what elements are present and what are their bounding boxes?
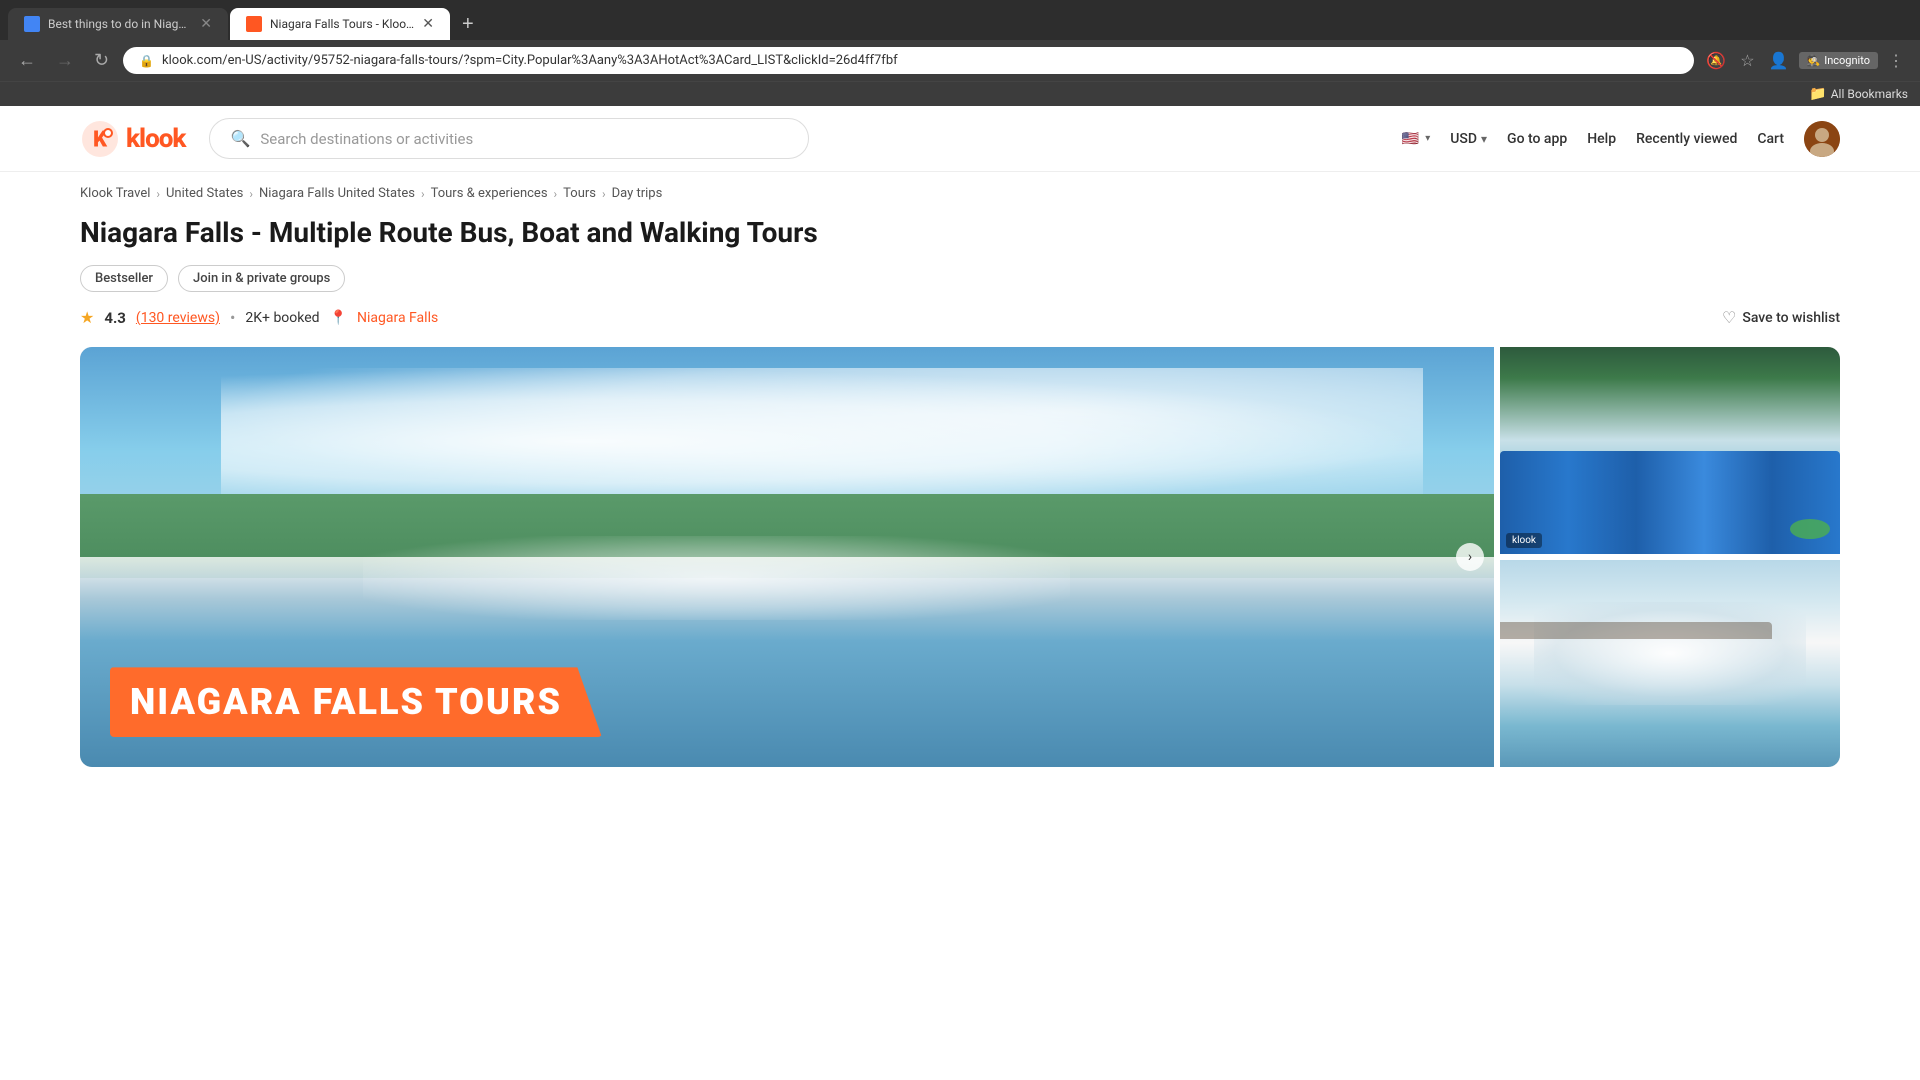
breadcrumb-tours-experiences[interactable]: Tours & experiences <box>431 186 548 201</box>
breadcrumb-klook-travel[interactable]: Klook Travel <box>80 186 150 201</box>
currency-selector[interactable]: USD ▾ <box>1450 131 1487 147</box>
breadcrumb-day-trips: Day trips <box>612 186 663 201</box>
incognito-icon: 🕵 <box>1807 54 1821 67</box>
gallery-side-image-2[interactable] <box>1500 560 1840 767</box>
main-content: Niagara Falls - Multiple Route Bus, Boat… <box>0 215 1920 807</box>
tab-1-close[interactable]: ✕ <box>200 16 212 32</box>
language-selector[interactable]: 🇺🇸 ▾ <box>1402 131 1430 147</box>
bookmarks-folder-icon: 📁 <box>1809 86 1826 102</box>
incognito-badge: 🕵 Incognito <box>1799 52 1879 69</box>
breadcrumb-sep-5: › <box>602 187 606 201</box>
gallery-overlay: NIAGARA FALLS TOURS <box>80 647 1494 767</box>
browser-toolbar: ← → ↻ 🔒 klook.com/en-US/activity/95752-n… <box>0 40 1920 81</box>
gallery-next-arrow[interactable]: › <box>1456 543 1484 571</box>
header-actions: 🇺🇸 ▾ USD ▾ Go to app Help Recently viewe… <box>1402 121 1840 157</box>
new-tab-button[interactable]: + <box>452 9 484 40</box>
meta-dot: • <box>230 308 235 327</box>
tab-bar: Best things to do in Niagara Fa... ✕ Nia… <box>0 0 1920 40</box>
user-avatar[interactable] <box>1804 121 1840 157</box>
mist-swirl <box>1534 602 1806 706</box>
avatar-image <box>1804 121 1840 157</box>
photo-gallery: NIAGARA FALLS TOURS › klook <box>80 347 1840 767</box>
wishlist-label: Save to wishlist <box>1742 310 1840 326</box>
lock-icon: 🔒 <box>139 54 154 68</box>
heart-icon: ♡ <box>1722 308 1736 327</box>
breadcrumb-niagara-falls[interactable]: Niagara Falls United States <box>259 186 415 201</box>
breadcrumb: Klook Travel › United States › Niagara F… <box>0 172 1920 215</box>
breadcrumb-sep-1: › <box>156 187 160 201</box>
currency-chevron-icon: ▾ <box>1481 132 1487 146</box>
address-bar[interactable]: 🔒 klook.com/en-US/activity/95752-niagara… <box>123 47 1694 74</box>
tab-2-close[interactable]: ✕ <box>422 16 434 32</box>
profile-icon[interactable]: 👤 <box>1765 47 1793 74</box>
gallery-banner-text: NIAGARA FALLS TOURS <box>130 681 562 723</box>
recently-viewed-link[interactable]: Recently viewed <box>1636 131 1737 147</box>
gallery-main-image[interactable]: NIAGARA FALLS TOURS › <box>80 347 1494 767</box>
klook-logo-icon: K <box>80 119 120 159</box>
falls-edge <box>1500 622 1772 639</box>
breadcrumb-united-states[interactable]: United States <box>166 186 243 201</box>
breadcrumb-sep-4: › <box>554 187 558 201</box>
page-content: K klook 🔍 Search destinations or activit… <box>0 106 1920 807</box>
incognito-label: Incognito <box>1824 54 1870 67</box>
page-title: Niagara Falls - Multiple Route Bus, Boat… <box>80 215 1840 251</box>
browser-tab-2[interactable]: Niagara Falls Tours - Klook Uni... ✕ <box>230 8 450 40</box>
currency-label: USD <box>1450 131 1477 147</box>
klook-watermark-1: klook <box>1506 533 1542 548</box>
tags-row: Bestseller Join in & private groups <box>80 265 1840 292</box>
rating-score: 4.3 <box>104 309 126 327</box>
eye-slash-icon[interactable]: 🔕 <box>1702 47 1730 74</box>
bookmarks-bar: 📁 All Bookmarks <box>0 81 1920 106</box>
search-icon: 🔍 <box>230 129 250 148</box>
location-pin-icon: 📍 <box>330 310 347 326</box>
people-silhouettes <box>1500 451 1840 555</box>
more-menu-icon[interactable]: ⋮ <box>1884 47 1908 74</box>
lang-chevron-icon: ▾ <box>1425 133 1430 144</box>
clouds-layer <box>221 368 1423 515</box>
search-placeholder: Search destinations or activities <box>260 130 473 148</box>
all-bookmarks-label: All Bookmarks <box>1831 87 1908 101</box>
tab-2-title: Niagara Falls Tours - Klook Uni... <box>270 17 414 31</box>
tab-1-favicon <box>24 16 40 32</box>
breadcrumb-sep-3: › <box>421 187 425 201</box>
forward-button[interactable]: → <box>50 46 80 75</box>
cart-link[interactable]: Cart <box>1757 131 1784 147</box>
tab-2-favicon <box>246 16 262 32</box>
klook-logo-text: klook <box>126 124 185 154</box>
flag-icon: 🇺🇸 <box>1402 131 1419 147</box>
breadcrumb-tours[interactable]: Tours <box>563 186 596 201</box>
falls-mist <box>363 536 1070 620</box>
breadcrumb-sep-2: › <box>249 187 253 201</box>
rating-reviews-link[interactable]: (130 reviews) <box>136 310 220 326</box>
gallery-side-image-1[interactable]: klook <box>1500 347 1840 554</box>
bookmark-star-icon[interactable]: ☆ <box>1736 47 1758 74</box>
search-bar[interactable]: 🔍 Search destinations or activities <box>209 118 809 159</box>
help-link[interactable]: Help <box>1587 131 1616 147</box>
location-link[interactable]: Niagara Falls <box>357 310 438 326</box>
meta-row: ★ 4.3 (130 reviews) • 2K+ booked 📍 Niaga… <box>80 308 1840 327</box>
tag-bestseller: Bestseller <box>80 265 168 292</box>
go-to-app-link[interactable]: Go to app <box>1507 131 1567 147</box>
browser-tab-1[interactable]: Best things to do in Niagara Fa... ✕ <box>8 8 228 40</box>
klook-logo[interactable]: K klook <box>80 119 185 159</box>
tag-join-private: Join in & private groups <box>178 265 345 292</box>
browser-chrome: Best things to do in Niagara Fa... ✕ Nia… <box>0 0 1920 106</box>
toolbar-actions: 🔕 ☆ 👤 🕵 Incognito ⋮ <box>1702 47 1908 74</box>
klook-header: K klook 🔍 Search destinations or activit… <box>0 106 1920 172</box>
url-text: klook.com/en-US/activity/95752-niagara-f… <box>162 53 1678 68</box>
star-icon: ★ <box>80 308 94 327</box>
all-bookmarks[interactable]: 📁 All Bookmarks <box>1809 86 1908 102</box>
reload-button[interactable]: ↻ <box>88 46 115 75</box>
bookings-count: 2K+ booked <box>245 310 319 326</box>
gallery-banner: NIAGARA FALLS TOURS <box>110 667 602 737</box>
tab-1-title: Best things to do in Niagara Fa... <box>48 17 192 31</box>
back-button[interactable]: ← <box>12 46 42 75</box>
gallery-side-images: klook <box>1500 347 1840 767</box>
wishlist-button[interactable]: ♡ Save to wishlist <box>1722 308 1840 327</box>
